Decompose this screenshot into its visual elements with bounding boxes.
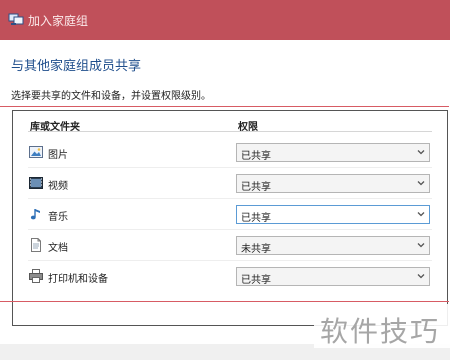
annotation-box [0,106,449,302]
watermark: 软件技巧 [314,304,450,348]
page-heading: 与其他家庭组成员共享 [11,59,142,74]
homegroup-icon [8,13,24,25]
title-bar: 加入家庭组 [0,0,450,40]
instruction-text: 选择要共享的文件和设备，并设置权限级别。 [11,91,211,102]
window-title: 加入家庭组 [28,14,89,28]
watermark-text: 软件技巧 [320,315,441,348]
